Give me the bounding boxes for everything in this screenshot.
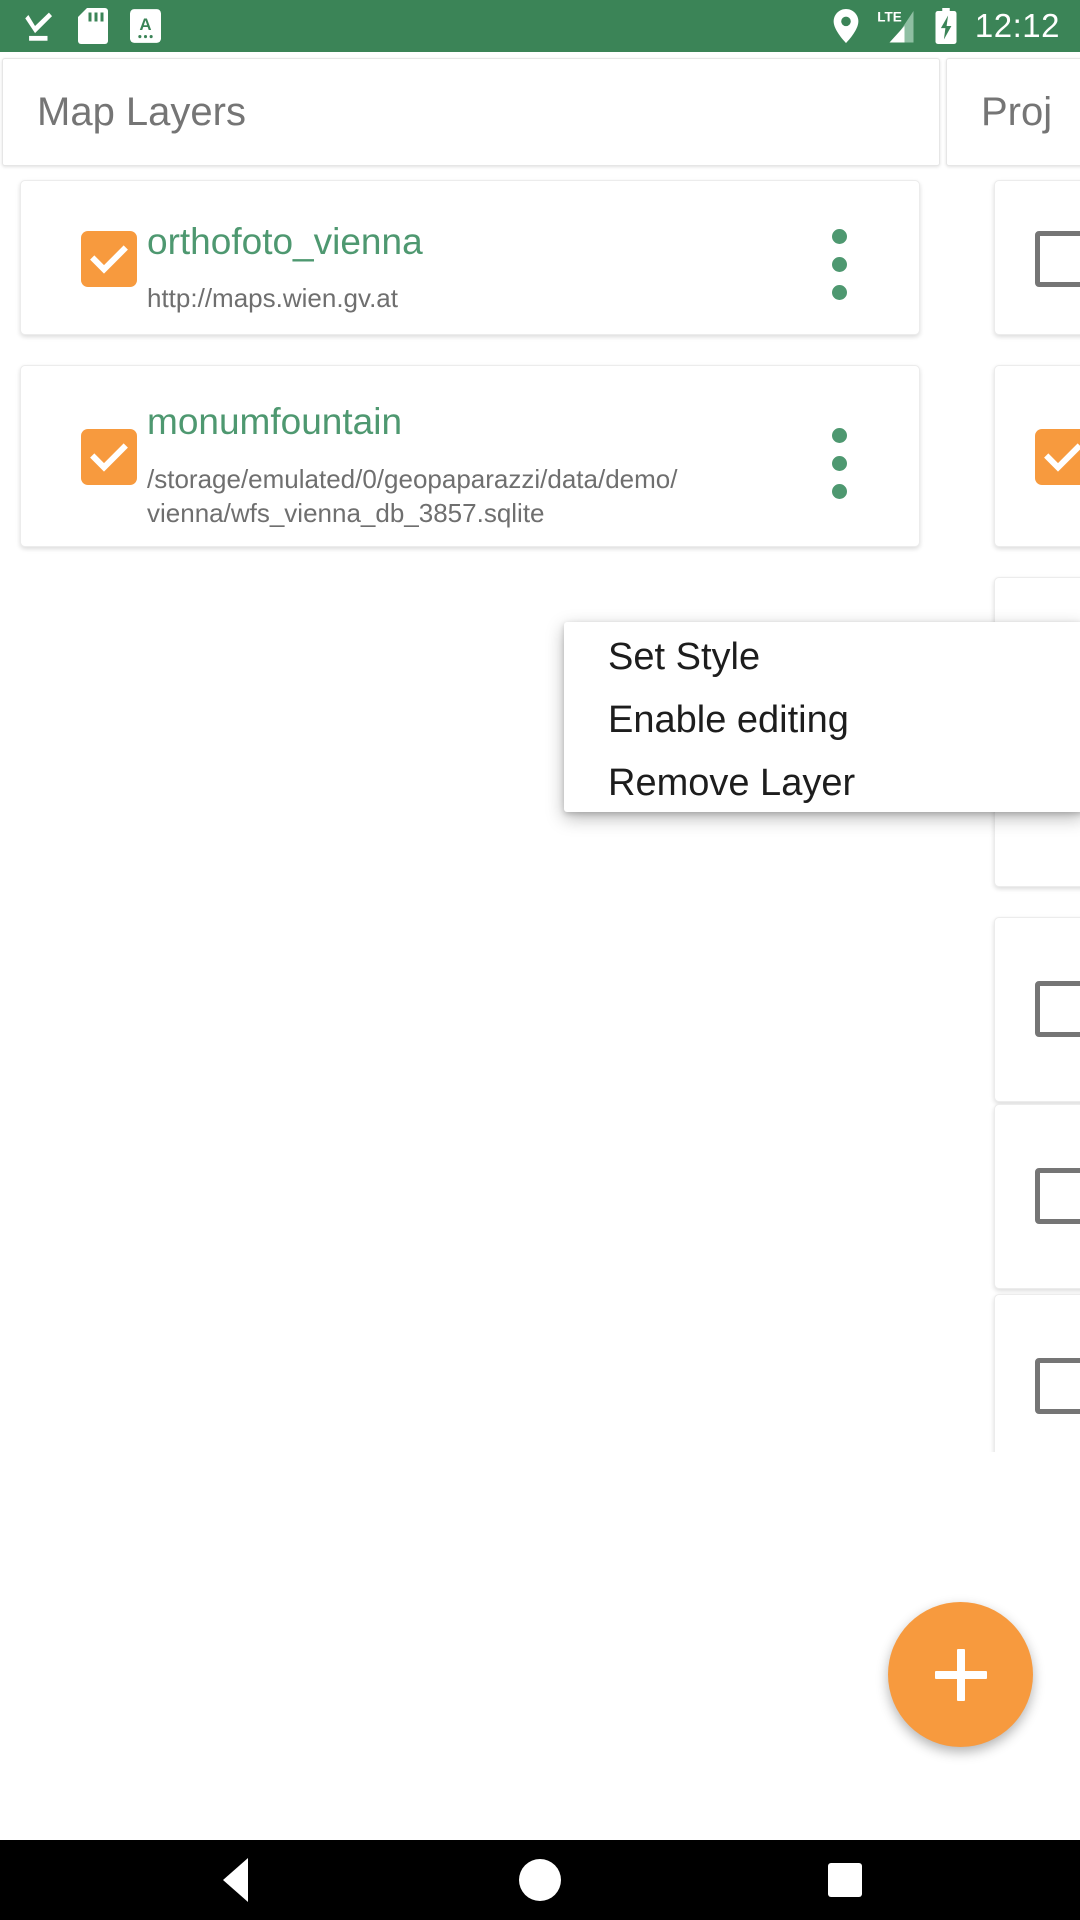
plus-icon xyxy=(956,1648,965,1701)
project-card[interactable] xyxy=(994,917,1080,1102)
kebab-dot xyxy=(831,484,847,499)
download-complete-icon xyxy=(22,9,56,43)
layer-context-menu[interactable]: Set Style Enable editing Remove Layer xyxy=(564,622,1080,812)
kebab-dot xyxy=(831,428,847,443)
back-triangle-icon xyxy=(222,1858,248,1902)
nav-back-button[interactable] xyxy=(145,1840,325,1920)
layer-checkbox-orthofoto-vienna[interactable] xyxy=(81,231,137,287)
svg-text:LTE: LTE xyxy=(877,10,902,25)
location-pin-icon xyxy=(833,9,859,43)
battery-charging-icon xyxy=(935,8,957,44)
layer-overflow-menu-monumfountain[interactable] xyxy=(819,428,859,499)
project-checkbox[interactable] xyxy=(1035,231,1080,287)
layer-overflow-menu-orthofoto-vienna[interactable] xyxy=(819,229,859,300)
project-checkbox[interactable] xyxy=(1035,1168,1080,1224)
tab-projects-label: Proj xyxy=(981,89,1053,134)
layer-card-orthofoto-vienna[interactable]: orthofoto_vienna http://maps.wien.gv.at xyxy=(20,180,920,335)
project-checkbox[interactable] xyxy=(1035,429,1080,485)
tab-map-layers[interactable]: Map Layers xyxy=(2,58,940,166)
nav-home-button[interactable] xyxy=(450,1840,630,1920)
kebab-dot xyxy=(831,229,847,244)
project-card[interactable] xyxy=(994,1294,1080,1452)
tab-map-layers-label: Map Layers xyxy=(37,89,246,134)
project-checkbox[interactable] xyxy=(1035,981,1080,1037)
kebab-dot xyxy=(831,257,847,272)
status-bar-left-icons: A xyxy=(0,8,161,44)
app-screen: A LTE 12:12 Map Layers Proj orthofoto_vi… xyxy=(0,0,1080,1920)
add-layer-fab[interactable] xyxy=(888,1602,1033,1747)
svg-text:A: A xyxy=(139,15,151,34)
screenshot-a-icon: A xyxy=(130,9,161,43)
check-icon xyxy=(1044,443,1080,472)
tab-bar: Map Layers Proj xyxy=(0,52,1080,172)
check-icon xyxy=(90,245,128,274)
project-card[interactable] xyxy=(994,180,1080,335)
layer-name-monumfountain: monumfountain xyxy=(147,401,403,442)
layer-card-monumfountain[interactable]: monumfountain /storage/emulated/0/geopap… xyxy=(20,365,920,547)
menu-item-set-style[interactable]: Set Style xyxy=(564,626,1080,689)
lte-signal-icon: LTE xyxy=(877,8,917,44)
recents-square-icon xyxy=(828,1863,862,1897)
status-bar-right-icons: LTE 12:12 xyxy=(833,7,1080,45)
kebab-dot xyxy=(831,285,847,300)
check-icon xyxy=(90,443,128,472)
layer-name-orthofoto-vienna: orthofoto_vienna xyxy=(147,221,423,262)
tab-projects[interactable]: Proj xyxy=(946,58,1080,166)
menu-item-enable-editing[interactable]: Enable editing xyxy=(564,689,1080,752)
layer-checkbox-monumfountain[interactable] xyxy=(81,429,137,485)
project-card[interactable] xyxy=(994,365,1080,547)
home-circle-icon xyxy=(519,1859,561,1901)
nav-recents-button[interactable] xyxy=(755,1840,935,1920)
layer-source-orthofoto-vienna: http://maps.wien.gv.at xyxy=(147,283,398,313)
kebab-dot xyxy=(831,456,847,471)
android-navigation-bar xyxy=(0,1840,1080,1920)
sd-card-icon xyxy=(78,8,108,44)
menu-item-remove-layer[interactable]: Remove Layer xyxy=(564,752,1080,815)
status-bar-clock: 12:12 xyxy=(974,7,1060,44)
status-bar: A LTE 12:12 xyxy=(0,0,1080,52)
project-checkbox[interactable] xyxy=(1035,1358,1080,1414)
layer-source-monumfountain: /storage/emulated/0/geopaparazzi/data/de… xyxy=(147,464,678,528)
project-card[interactable] xyxy=(994,1104,1080,1289)
